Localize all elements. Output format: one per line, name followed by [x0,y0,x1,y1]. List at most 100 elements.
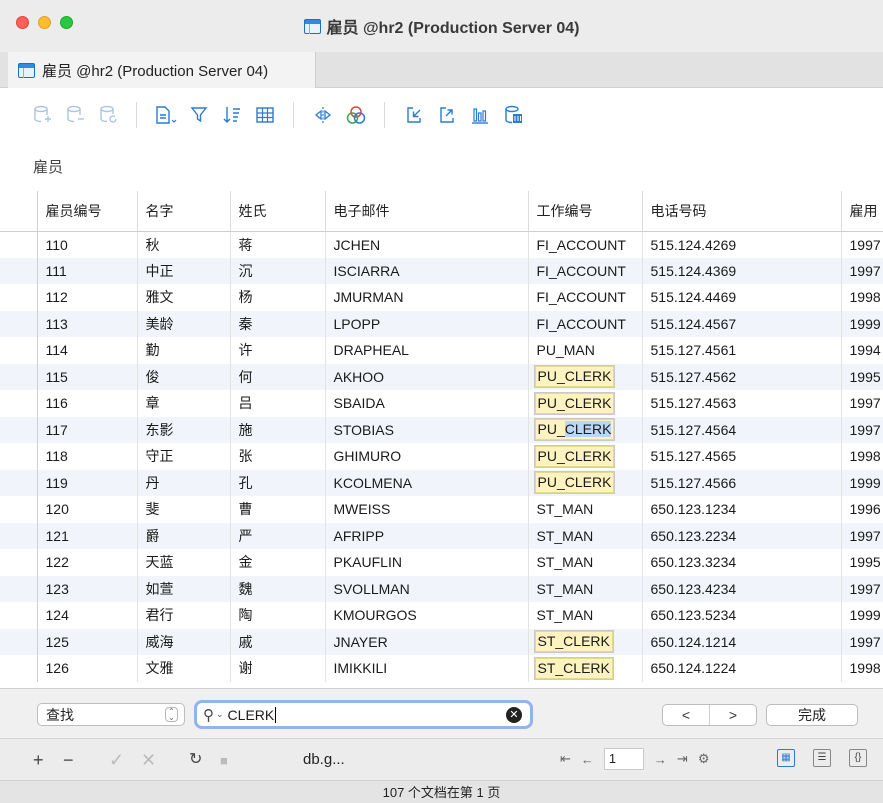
table-cell[interactable]: 515.124.4567 [642,310,842,337]
table-row[interactable]: 118 守正张 GHIMURO PU_CLERK 515.127.4565 1998 [0,443,883,470]
table-cell[interactable]: 东影 [137,416,231,443]
table-row[interactable]: 122 天蓝金 PKAUFLIN ST_MAN 650.123.3234 1995 [0,549,883,576]
grid-mode-icon[interactable]: ▦ [777,749,795,767]
row-gutter[interactable] [0,496,38,523]
table-cell[interactable]: 1997 [841,231,883,258]
table-cell[interactable]: 1995 [841,363,883,390]
table-cell[interactable]: 如萱 [137,575,231,602]
table-cell[interactable]: 张 [230,443,326,470]
close-button[interactable] [16,16,29,29]
table-cell[interactable]: 1997 [841,257,883,284]
table-cell[interactable]: GHIMURO [325,443,529,470]
table-cell[interactable]: LPOPP [325,310,529,337]
row-gutter[interactable] [0,602,38,629]
table-cell[interactable]: ST_MAN [528,575,643,602]
table-cell[interactable]: 爵 [137,522,231,549]
column-header[interactable]: 电话号码 [642,191,842,232]
table-cell[interactable]: 1997 [841,416,883,443]
table-cell[interactable]: STOBIAS [325,416,529,443]
table-cell[interactable]: 515.124.4469 [642,284,842,311]
table-cell[interactable]: 杨 [230,284,326,311]
table-cell[interactable]: 112 [37,284,138,311]
table-cell[interactable]: 严 [230,522,326,549]
table-cell[interactable]: 122 [37,549,138,576]
table-cell[interactable]: 1999 [841,469,883,496]
table-cell[interactable]: PU_CLERK [528,390,643,417]
row-gutter[interactable] [0,522,38,549]
table-cell[interactable]: 1996 [841,496,883,523]
table-cell[interactable]: PU_CLERK [528,469,643,496]
table-cell[interactable]: ISCIARRA [325,257,529,284]
table-cell[interactable]: AKHOO [325,363,529,390]
table-cell[interactable]: 650.123.3234 [642,549,842,576]
table-cell[interactable]: SBAIDA [325,390,529,417]
table-cell[interactable]: 118 [37,443,138,470]
table-cell[interactable]: 115 [37,363,138,390]
search-input[interactable]: ⚲ ⌄ CLERK ✕ [194,700,533,729]
find-next-button[interactable]: > [709,705,756,725]
row-gutter[interactable] [0,337,38,364]
table-cell[interactable]: 515.127.4564 [642,416,842,443]
form-mode-icon[interactable]: ☰ [813,749,831,767]
table-cell[interactable]: ST_MAN [528,602,643,629]
table-cell[interactable]: PKAUFLIN [325,549,529,576]
column-header[interactable]: 电子邮件 [325,191,529,232]
table-cell[interactable]: 威海 [137,628,231,655]
table-cell[interactable]: 谢 [230,655,326,682]
table-cell[interactable]: 515.124.4269 [642,231,842,258]
table-cell[interactable]: 120 [37,496,138,523]
table-cell[interactable]: PU_CLERK [528,443,643,470]
split-compare-icon[interactable] [306,100,339,130]
table-cell[interactable]: KMOURGOS [325,602,529,629]
table-cell[interactable]: 1997 [841,522,883,549]
table-cell[interactable]: 114 [37,337,138,364]
table-cell[interactable]: ST_CLERK [528,655,643,682]
table-cell[interactable]: 117 [37,416,138,443]
table-cell[interactable]: 515.127.4562 [642,363,842,390]
table-cell[interactable]: PU_CLERK [528,416,643,443]
table-cell[interactable]: 1998 [841,655,883,682]
table-cell[interactable]: 126 [37,655,138,682]
table-row[interactable]: 124 君行陶 KMOURGOS ST_MAN 650.123.5234 1999 [0,602,883,629]
minimize-button[interactable] [38,16,51,29]
table-cell[interactable]: JMURMAN [325,284,529,311]
table-cell[interactable]: 施 [230,416,326,443]
table-cell[interactable]: ST_CLERK [528,628,643,655]
previous-page-icon[interactable]: ← [581,752,594,767]
table-cell[interactable]: 守正 [137,443,231,470]
table-cell[interactable]: 沉 [230,257,326,284]
table-cell[interactable]: 孔 [230,469,326,496]
table-row[interactable]: 125 威海戚 JNAYER ST_CLERK 650.124.1214 1997 [0,628,883,655]
done-button[interactable]: 完成 [766,704,858,726]
table-cell[interactable]: FI_ACCOUNT [528,310,643,337]
table-cell[interactable]: FI_ACCOUNT [528,284,643,311]
refresh-records-icon[interactable] [91,100,124,130]
table-cell[interactable]: 曹 [230,496,326,523]
table-cell[interactable]: 123 [37,575,138,602]
table-cell[interactable]: 1998 [841,443,883,470]
table-cell[interactable]: 650.124.1214 [642,628,842,655]
table-row[interactable]: 113 美龄秦 LPOPP FI_ACCOUNT 515.124.4567 1999 [0,310,883,337]
table-cell[interactable]: 天蓝 [137,549,231,576]
zoom-button[interactable] [60,16,73,29]
table-cell[interactable]: 1997 [841,390,883,417]
chevron-down-icon[interactable]: ⌄ [216,709,224,720]
table-cell[interactable]: 戚 [230,628,326,655]
table-row[interactable]: 121 爵严 AFRIPP ST_MAN 650.123.2234 1997 [0,522,883,549]
table-row[interactable]: 115 俊何 AKHOO PU_CLERK 515.127.4562 1995 [0,363,883,390]
page-number-input[interactable]: 1 [603,748,644,770]
table-cell[interactable]: 124 [37,602,138,629]
row-gutter[interactable] [0,231,38,258]
column-header[interactable]: 姓氏 [230,191,326,232]
discard-changes-icon[interactable]: ✕ [141,750,156,770]
text-view-icon[interactable] [149,100,182,130]
import-icon[interactable] [397,100,430,130]
table-cell[interactable]: 魏 [230,575,326,602]
table-cell[interactable]: 111 [37,257,138,284]
table-cell[interactable]: 1995 [841,549,883,576]
table-cell[interactable]: AFRIPP [325,522,529,549]
table-cell[interactable]: 章 [137,390,231,417]
table-cell[interactable]: 1999 [841,602,883,629]
data-grid[interactable]: 雇员编号 名字 姓氏 电子邮件 工作编号 电话号码 雇用 110 秋蒋 JCHEN FI_ACCO… [0,191,883,688]
row-gutter[interactable] [0,257,38,284]
